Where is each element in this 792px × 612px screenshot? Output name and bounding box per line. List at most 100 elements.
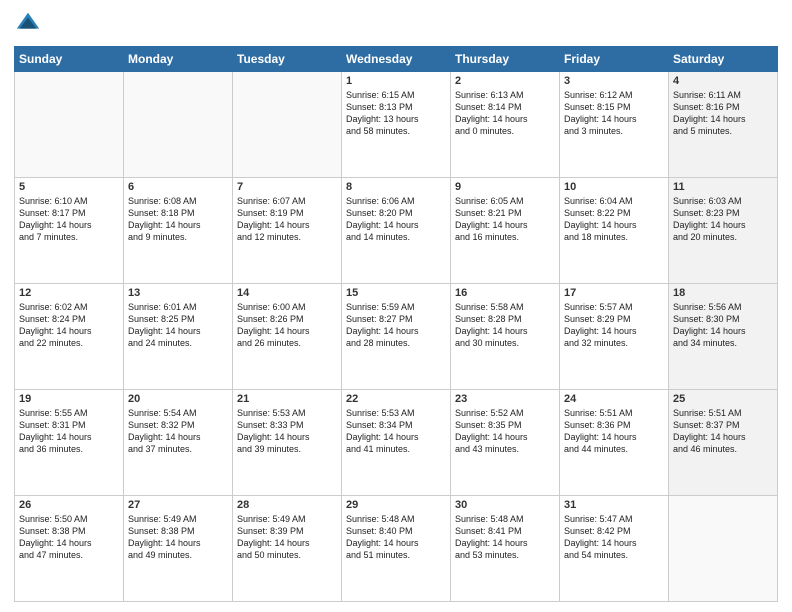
calendar-cell: 3Sunrise: 6:12 AMSunset: 8:15 PMDaylight… <box>560 72 669 178</box>
calendar-cell: 18 Sunrise: 5:56 AMSunset: 8:30 PMDayligh… <box>669 284 778 390</box>
day-number: 20 <box>128 393 228 405</box>
cell-content: Sunrise: 5:58 AMSunset: 8:28 PMDaylight:… <box>455 301 555 350</box>
cell-content: Sunrise: 5:49 AMSunset: 8:38 PMDaylight:… <box>128 513 228 562</box>
day-number: 29 <box>346 499 446 511</box>
day-number: 31 <box>564 499 664 511</box>
cell-content: Sunrise: 6:12 AMSunset: 8:15 PMDaylight:… <box>564 89 664 138</box>
day-number: 22 <box>346 393 446 405</box>
calendar-cell: 6 Sunrise: 6:08 AMSunset: 8:18 PMDaylight… <box>124 178 233 284</box>
calendar-table: SundayMondayTuesdayWednesdayThursdayFrid… <box>14 46 778 602</box>
calendar-cell: 29 Sunrise: 5:48 AMSunset: 8:40 PMDayligh… <box>342 496 451 602</box>
cell-content: Sunrise: 5:49 AMSunset: 8:39 PMDaylight:… <box>237 513 337 562</box>
cell-content: Sunrise: 6:06 AMSunset: 8:20 PMDaylight:… <box>346 195 446 244</box>
cell-content: Sunrise: 6:13 AMSunset: 8:14 PMDaylight:… <box>455 89 555 138</box>
calendar-cell: 31 Sunrise: 5:47 AMSunset: 8:42 PMDayligh… <box>560 496 669 602</box>
day-number: 1 <box>346 75 446 87</box>
calendar-row: 19 Sunrise: 5:55 AMSunset: 8:31 PMDayligh… <box>15 390 778 496</box>
cell-content: Sunrise: 6:08 AMSunset: 8:18 PMDaylight:… <box>128 195 228 244</box>
day-number: 2 <box>455 75 555 87</box>
page: SundayMondayTuesdayWednesdayThursdayFrid… <box>0 0 792 612</box>
calendar-cell: 15 Sunrise: 5:59 AMSunset: 8:27 PMDayligh… <box>342 284 451 390</box>
day-number: 19 <box>19 393 119 405</box>
cell-content: Sunrise: 6:07 AMSunset: 8:19 PMDaylight:… <box>237 195 337 244</box>
calendar-cell <box>15 72 124 178</box>
calendar-cell: 10Sunrise: 6:04 AMSunset: 8:22 PMDayligh… <box>560 178 669 284</box>
calendar-row: 12 Sunrise: 6:02 AMSunset: 8:24 PMDayligh… <box>15 284 778 390</box>
calendar-row: 5 Sunrise: 6:10 AMSunset: 8:17 PMDaylight… <box>15 178 778 284</box>
calendar-cell: 9 Sunrise: 6:05 AMSunset: 8:21 PMDaylight… <box>451 178 560 284</box>
calendar-cell: 27 Sunrise: 5:49 AMSunset: 8:38 PMDayligh… <box>124 496 233 602</box>
cell-content: Sunrise: 6:01 AMSunset: 8:25 PMDaylight:… <box>128 301 228 350</box>
cell-content: Sunrise: 5:53 AMSunset: 8:33 PMDaylight:… <box>237 407 337 456</box>
day-number: 11 <box>673 181 773 193</box>
cell-content: Sunrise: 5:48 AMSunset: 8:40 PMDaylight:… <box>346 513 446 562</box>
calendar-cell: 11 Sunrise: 6:03 AMSunset: 8:23 PMDayligh… <box>669 178 778 284</box>
calendar-row: 1 Sunrise: 6:15 AMSunset: 8:13 PMDaylight… <box>15 72 778 178</box>
cell-content: Sunrise: 5:50 AMSunset: 8:38 PMDaylight:… <box>19 513 119 562</box>
cell-content: Sunrise: 5:57 AMSunset: 8:29 PMDaylight:… <box>564 301 664 350</box>
cell-content: Sunrise: 5:53 AMSunset: 8:34 PMDaylight:… <box>346 407 446 456</box>
cell-content: Sunrise: 6:10 AMSunset: 8:17 PMDaylight:… <box>19 195 119 244</box>
calendar-cell: 21 Sunrise: 5:53 AMSunset: 8:33 PMDayligh… <box>233 390 342 496</box>
cell-content: Sunrise: 6:03 AMSunset: 8:23 PMDaylight:… <box>673 195 773 244</box>
weekday-header: Saturday <box>669 47 778 72</box>
calendar-cell: 19 Sunrise: 5:55 AMSunset: 8:31 PMDayligh… <box>15 390 124 496</box>
cell-content: Sunrise: 5:51 AMSunset: 8:36 PMDaylight:… <box>564 407 664 456</box>
day-number: 12 <box>19 287 119 299</box>
calendar-header-row: SundayMondayTuesdayWednesdayThursdayFrid… <box>15 47 778 72</box>
cell-content: Sunrise: 6:00 AMSunset: 8:26 PMDaylight:… <box>237 301 337 350</box>
day-number: 24 <box>564 393 664 405</box>
calendar-cell: 26 Sunrise: 5:50 AMSunset: 8:38 PMDayligh… <box>15 496 124 602</box>
calendar-cell <box>124 72 233 178</box>
cell-content: Sunrise: 5:59 AMSunset: 8:27 PMDaylight:… <box>346 301 446 350</box>
calendar-cell: 2 Sunrise: 6:13 AMSunset: 8:14 PMDaylight… <box>451 72 560 178</box>
header <box>14 10 778 38</box>
calendar-cell: 23 Sunrise: 5:52 AMSunset: 8:35 PMDayligh… <box>451 390 560 496</box>
day-number: 28 <box>237 499 337 511</box>
day-number: 7 <box>237 181 337 193</box>
calendar-cell: 8 Sunrise: 6:06 AMSunset: 8:20 PMDaylight… <box>342 178 451 284</box>
cell-content: Sunrise: 5:51 AMSunset: 8:37 PMDaylight:… <box>673 407 773 456</box>
calendar-cell: 25 Sunrise: 5:51 AMSunset: 8:37 PMDayligh… <box>669 390 778 496</box>
day-number: 13 <box>128 287 228 299</box>
cell-content: Sunrise: 5:52 AMSunset: 8:35 PMDaylight:… <box>455 407 555 456</box>
logo <box>14 10 44 38</box>
day-number: 6 <box>128 181 228 193</box>
day-number: 18 <box>673 287 773 299</box>
calendar-cell: 13 Sunrise: 6:01 AMSunset: 8:25 PMDayligh… <box>124 284 233 390</box>
weekday-header: Thursday <box>451 47 560 72</box>
day-number: 10 <box>564 181 664 193</box>
calendar-cell: 30Sunrise: 5:48 AMSunset: 8:41 PMDayligh… <box>451 496 560 602</box>
day-number: 21 <box>237 393 337 405</box>
day-number: 23 <box>455 393 555 405</box>
calendar-cell: 5 Sunrise: 6:10 AMSunset: 8:17 PMDaylight… <box>15 178 124 284</box>
cell-content: Sunrise: 6:02 AMSunset: 8:24 PMDaylight:… <box>19 301 119 350</box>
weekday-header: Monday <box>124 47 233 72</box>
cell-content: Sunrise: 5:48 AMSunset: 8:41 PMDaylight:… <box>455 513 555 562</box>
calendar-cell: 17Sunrise: 5:57 AMSunset: 8:29 PMDayligh… <box>560 284 669 390</box>
cell-content: Sunrise: 5:56 AMSunset: 8:30 PMDaylight:… <box>673 301 773 350</box>
day-number: 5 <box>19 181 119 193</box>
day-number: 25 <box>673 393 773 405</box>
cell-content: Sunrise: 5:47 AMSunset: 8:42 PMDaylight:… <box>564 513 664 562</box>
calendar-cell: 14 Sunrise: 6:00 AMSunset: 8:26 PMDayligh… <box>233 284 342 390</box>
calendar-cell <box>669 496 778 602</box>
day-number: 8 <box>346 181 446 193</box>
day-number: 16 <box>455 287 555 299</box>
day-number: 27 <box>128 499 228 511</box>
day-number: 15 <box>346 287 446 299</box>
day-number: 14 <box>237 287 337 299</box>
cell-content: Sunrise: 6:15 AMSunset: 8:13 PMDaylight:… <box>346 89 446 138</box>
day-number: 9 <box>455 181 555 193</box>
calendar-cell: 28 Sunrise: 5:49 AMSunset: 8:39 PMDayligh… <box>233 496 342 602</box>
calendar-cell: 24 Sunrise: 5:51 AMSunset: 8:36 PMDayligh… <box>560 390 669 496</box>
logo-icon <box>14 10 42 38</box>
weekday-header: Wednesday <box>342 47 451 72</box>
day-number: 26 <box>19 499 119 511</box>
weekday-header: Sunday <box>15 47 124 72</box>
cell-content: Sunrise: 5:54 AMSunset: 8:32 PMDaylight:… <box>128 407 228 456</box>
cell-content: Sunrise: 5:55 AMSunset: 8:31 PMDaylight:… <box>19 407 119 456</box>
weekday-header: Tuesday <box>233 47 342 72</box>
cell-content: Sunrise: 6:05 AMSunset: 8:21 PMDaylight:… <box>455 195 555 244</box>
calendar-cell: 1 Sunrise: 6:15 AMSunset: 8:13 PMDaylight… <box>342 72 451 178</box>
